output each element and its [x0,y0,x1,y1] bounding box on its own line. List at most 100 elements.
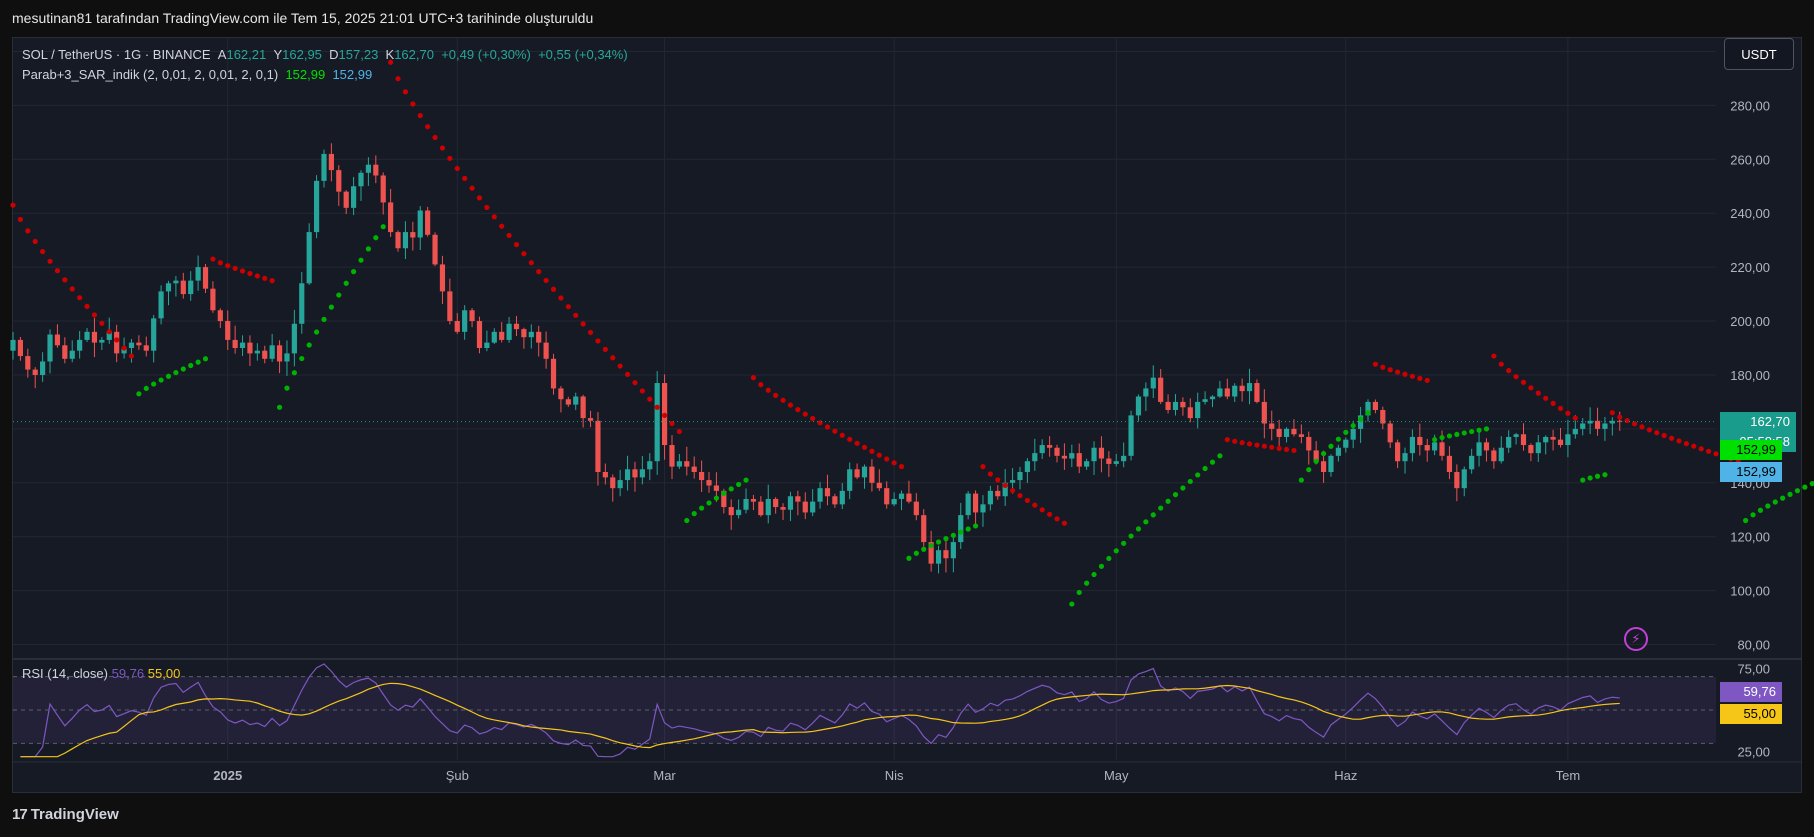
currency-button[interactable]: USDT [1724,38,1794,70]
sar-dot [343,280,349,286]
sar-dot [1009,487,1016,494]
sar-dot [691,511,697,517]
sar-dot [921,546,927,552]
sar-dot [1298,477,1304,483]
candle-body [624,469,631,481]
candle-body [158,291,164,319]
sar-dot [439,145,446,151]
sar-blue-badge: 152,99 [1720,461,1782,482]
candle-body [1276,428,1282,437]
sar-dot [1069,601,1075,607]
sar-dot [1150,512,1156,518]
sar-dot [1668,435,1675,441]
sar-dot [239,268,246,274]
candle-body [573,396,579,405]
rsi-label[interactable]: RSI (14, close) [22,666,108,681]
candle-body [388,202,394,233]
sar-dot [1106,555,1112,562]
sar-dot [1691,443,1697,449]
candle-body [195,267,201,281]
candle-body [173,280,179,284]
sar-dot [417,112,423,119]
sar-dot [950,532,956,538]
sar-dot [499,223,505,229]
sar-dot [684,517,690,524]
sar-dot [1543,395,1549,401]
candle-body [950,542,956,559]
lightning-icon[interactable]: ⚡ [1624,627,1648,651]
candle-body [1283,428,1290,437]
parabolic-sar-series [10,59,1814,607]
last-price-badge: 162,70 [1720,411,1796,432]
sar-dot [1809,481,1814,487]
rsi-value-badge: 59,76 [1720,681,1782,702]
candle-body [743,498,749,510]
candle-body [1602,423,1608,429]
sar-dot [1172,492,1179,498]
price-tick-label: 100,00 [1730,584,1770,599]
candle-body [69,350,75,359]
sar-dot [1209,459,1216,465]
sar-dot [180,366,186,372]
sar-dot [1646,427,1652,433]
candle-body [987,490,993,505]
sar-dot [358,257,364,263]
candle-body [587,418,594,421]
sar-dot [210,256,216,262]
sar-dot [928,542,934,549]
sar-dot [1639,424,1645,430]
sar-dot [454,165,460,172]
sar-dot [291,370,297,376]
candle-body [617,480,623,489]
sar-dot [84,303,90,309]
price-chart-svg[interactable]: 80,00100,00120,00140,00160,00180,00200,0… [0,0,1814,837]
candle-body [276,345,283,362]
sar-dot [1113,548,1119,554]
candle-body [217,310,223,322]
sar-dot [1743,517,1749,524]
candle-body [1098,447,1105,459]
sar-dot [565,304,571,310]
candle-body [1032,453,1038,462]
sar-dot [602,346,608,352]
candle-body [1009,480,1016,483]
candle-body [395,232,401,249]
candle-body [506,323,512,340]
sar-dot [410,101,416,107]
candle-body [935,550,942,564]
candle-body [528,331,534,338]
candle-body [54,334,61,346]
candle-body [77,339,83,351]
sar-dot [1365,410,1371,416]
price-tick-label: 260,00 [1730,152,1770,167]
candle-body [654,383,660,462]
legend-symbol[interactable]: SOL / TetherUS · 1G · BINANCE [22,47,211,62]
sar-dot [1121,540,1127,546]
sar-dot [1047,511,1053,517]
sar-dot [1713,451,1719,457]
tradingview-brand[interactable]: 17 TradingView [12,806,119,823]
candle-body [432,234,438,265]
price-axis-labels: 80,00100,00120,00140,00160,00180,00200,0… [1730,44,1770,759]
indicator-name[interactable]: Parab+3_SAR_indik (2, 0,01, 2, 0,01, 2, … [22,67,278,82]
rsi-tick-label: 25,00 [1737,745,1770,760]
candle-body [839,490,845,505]
sar-dot [1054,516,1060,522]
sar-dot [69,286,75,292]
sar-dot [47,258,53,264]
sar-dot [713,495,720,501]
candle-body [773,498,779,508]
sar-dot [1002,482,1008,488]
sar-dot [1276,445,1282,451]
candle-body [898,493,905,499]
price-legend: SOL / TetherUS · 1G · BINANCE A162,21 Y1… [22,45,628,85]
candle-body [602,472,608,478]
sar-dot [573,312,579,318]
candle-body [447,291,453,322]
candle-body [676,461,682,467]
candle-body [1395,442,1401,462]
candle-body [1609,420,1615,424]
sar-dot [1098,563,1105,569]
legend-high-label: Y [273,47,283,62]
sar-dot [1587,475,1593,481]
